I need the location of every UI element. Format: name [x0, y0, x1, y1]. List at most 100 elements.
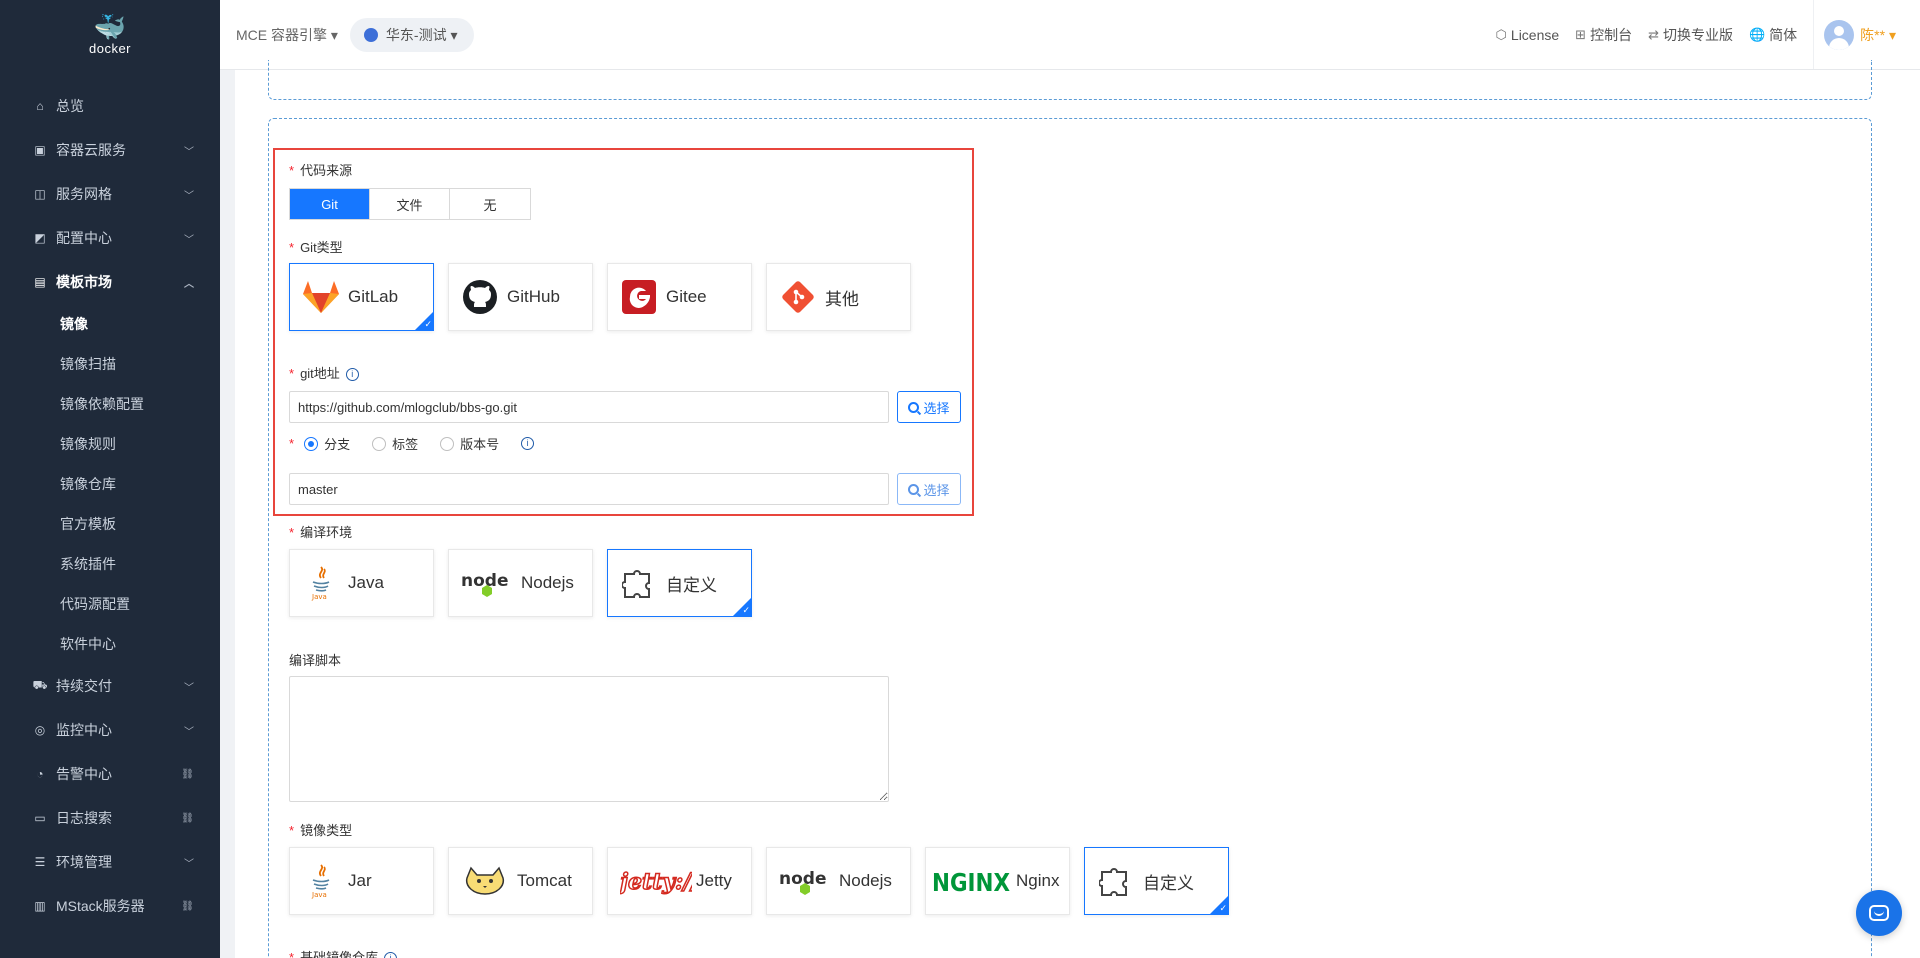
card-label: Nodejs — [839, 871, 892, 890]
submenu-item-image-repo[interactable]: 镜像仓库 — [0, 464, 220, 504]
avatar — [1824, 19, 1855, 50]
chevron-down-icon: ﹀ — [184, 858, 194, 870]
image-type-jetty[interactable]: jetty:// Jetty — [607, 847, 752, 915]
image-type-custom[interactable]: 自定义 ✓ — [1084, 847, 1229, 915]
ref-tag-radio[interactable]: 标签 — [372, 434, 418, 453]
log-icon: ▭ — [34, 811, 46, 825]
chevron-down-icon: ﹀ — [184, 682, 194, 694]
sidebar-item-overview[interactable]: ⌂ 总览 — [0, 84, 220, 128]
submenu-item-official-templates[interactable]: 官方模板 — [0, 504, 220, 544]
chat-support-button[interactable] — [1856, 890, 1902, 936]
sidebar-item-template-market[interactable]: ▤ 模板市场 ︿ — [0, 260, 220, 304]
sidebar-item-alerts[interactable]: ◔ 告警中心 ⛓ — [0, 752, 220, 796]
compile-script-textarea[interactable] — [289, 676, 889, 802]
ref-branch-radio[interactable]: 分支 — [304, 434, 350, 453]
chat-icon — [1869, 905, 1889, 921]
chevron-down-icon: ﹀ — [184, 726, 194, 738]
image-type-nginx[interactable]: NGINX Nginx — [925, 847, 1070, 915]
sidebar-item-service-mesh[interactable]: ◫ 服务网格 ﹀ — [0, 172, 220, 216]
required-mark: * — [289, 525, 295, 540]
globe-icon: 🌐 — [1748, 26, 1766, 42]
grid-icon: ⊞ — [1575, 26, 1587, 42]
swap-icon: ⇄ — [1648, 26, 1659, 42]
chevron-down-icon: ﹀ — [184, 146, 194, 158]
switch-pro-link[interactable]: ⇄ 切换专业版 — [1648, 25, 1733, 45]
image-type-jar[interactable]: Java Jar — [289, 847, 434, 915]
check-icon: ✓ — [1219, 903, 1227, 913]
image-type-nodejs[interactable]: node Nodejs — [766, 847, 911, 915]
ref-version-radio[interactable]: 版本号 — [440, 434, 499, 453]
sidebar-item-label: 持续交付 — [56, 678, 112, 694]
git-icon — [779, 278, 817, 316]
sidebar-item-label: 服务网格 — [56, 186, 112, 202]
ref-type-group: * 分支 标签 版本号 i — [289, 434, 535, 453]
sidebar-item-monitoring[interactable]: ◎ 监控中心 ﹀ — [0, 708, 220, 752]
nodejs-icon: node — [779, 862, 831, 900]
code-source-file[interactable]: 文件 — [370, 189, 450, 219]
external-link-icon: ⛓ — [181, 768, 194, 780]
compile-env-label: * 编译环境 — [289, 522, 352, 541]
submenu-item-image[interactable]: 镜像 — [0, 304, 220, 344]
git-type-label: * Git类型 — [289, 237, 343, 256]
java-icon: Java — [302, 564, 340, 602]
sidebar-item-continuous-delivery[interactable]: ⛟ 持续交付 ﹀ — [0, 664, 220, 708]
sidebar-item-label: 配置中心 — [56, 230, 112, 246]
nodejs-icon: node — [461, 564, 513, 602]
sidebar-item-config-center[interactable]: ◩ 配置中心 ﹀ — [0, 216, 220, 260]
ref-value-input[interactable] — [289, 473, 889, 505]
compile-script-label: 编译脚本 — [289, 653, 342, 668]
container-icon: ▣ — [34, 143, 46, 157]
info-icon[interactable]: i — [521, 437, 535, 450]
ref-select-button[interactable]: 选择 — [897, 473, 961, 505]
git-type-other[interactable]: 其他 — [766, 263, 911, 331]
git-type-github[interactable]: GitHub — [448, 263, 593, 331]
sidebar-item-log-search[interactable]: ▭ 日志搜索 ⛓ — [0, 796, 220, 840]
info-icon[interactable]: i — [345, 368, 359, 382]
compile-env-java[interactable]: Java Java — [289, 549, 434, 617]
required-mark: * — [289, 950, 295, 958]
submenu-item-image-deps[interactable]: 镜像依赖配置 — [0, 384, 220, 424]
git-address-select-button[interactable]: 选择 — [897, 391, 961, 423]
search-icon — [908, 483, 920, 495]
license-link[interactable]: ⬡ License — [1496, 27, 1560, 43]
base-repo-label: * 基础镜像仓库 i — [289, 947, 398, 958]
region-selector[interactable]: 华东-测试 ▾ — [349, 17, 474, 52]
code-source-git[interactable]: Git — [290, 189, 370, 219]
sidebar-item-env-management[interactable]: ☰ 环境管理 ﹀ — [0, 840, 220, 884]
info-icon[interactable]: i — [384, 952, 398, 958]
submenu-item-image-rules[interactable]: 镜像规则 — [0, 424, 220, 464]
submenu-item-image-scan[interactable]: 镜像扫描 — [0, 344, 220, 384]
sidebar-item-label: 容器云服务 — [56, 142, 126, 158]
user-menu[interactable]: 陈** ▾ — [1813, 0, 1920, 69]
sidebar-item-mstack-server[interactable]: ▥ MStack服务器 ⛓ — [0, 884, 220, 928]
card-label: 其他 — [825, 289, 859, 309]
sidebar-item-container-cloud[interactable]: ▣ 容器云服务 ﹀ — [0, 128, 220, 172]
external-link-icon: ⛓ — [181, 900, 194, 912]
git-type-gitee[interactable]: Gitee — [607, 263, 752, 331]
card-label: 自定义 — [1143, 873, 1194, 893]
card-label: Tomcat — [517, 871, 572, 890]
compile-env-nodejs[interactable]: node Nodejs — [448, 549, 593, 617]
gitlab-icon — [302, 278, 340, 316]
code-source-none[interactable]: 无 — [450, 189, 530, 219]
docker-logo[interactable]: 🐳 docker — [0, 0, 220, 70]
image-type-tomcat[interactable]: Tomcat — [448, 847, 593, 915]
submenu-item-code-source[interactable]: 代码源配置 — [0, 584, 220, 624]
user-name: 陈** ▾ — [1860, 26, 1896, 43]
region-label: 华东-测试 ▾ — [385, 26, 458, 43]
git-type-gitlab[interactable]: GitLab ✓ — [289, 263, 434, 331]
compile-env-custom[interactable]: 自定义 ✓ — [607, 549, 752, 617]
required-mark: * — [289, 823, 295, 838]
submenu-item-system-plugins[interactable]: 系统插件 — [0, 544, 220, 584]
card-label: Java — [348, 573, 384, 592]
svg-text:NGINX: NGINX — [932, 868, 1010, 896]
engine-dropdown[interactable]: MCE 容器引擎 ▾ — [236, 25, 338, 45]
language-switch[interactable]: 🌐 简体 — [1749, 25, 1797, 45]
sidebar-item-label: 告警中心 — [56, 766, 112, 782]
select-label: 选择 — [923, 482, 950, 498]
git-address-input[interactable] — [289, 391, 889, 423]
sidebar-item-label: 监控中心 — [56, 722, 112, 738]
sidebar-item-label: 环境管理 — [56, 854, 112, 870]
console-link[interactable]: ⊞ 控制台 — [1575, 25, 1632, 45]
submenu-item-software-center[interactable]: 软件中心 — [0, 624, 220, 664]
